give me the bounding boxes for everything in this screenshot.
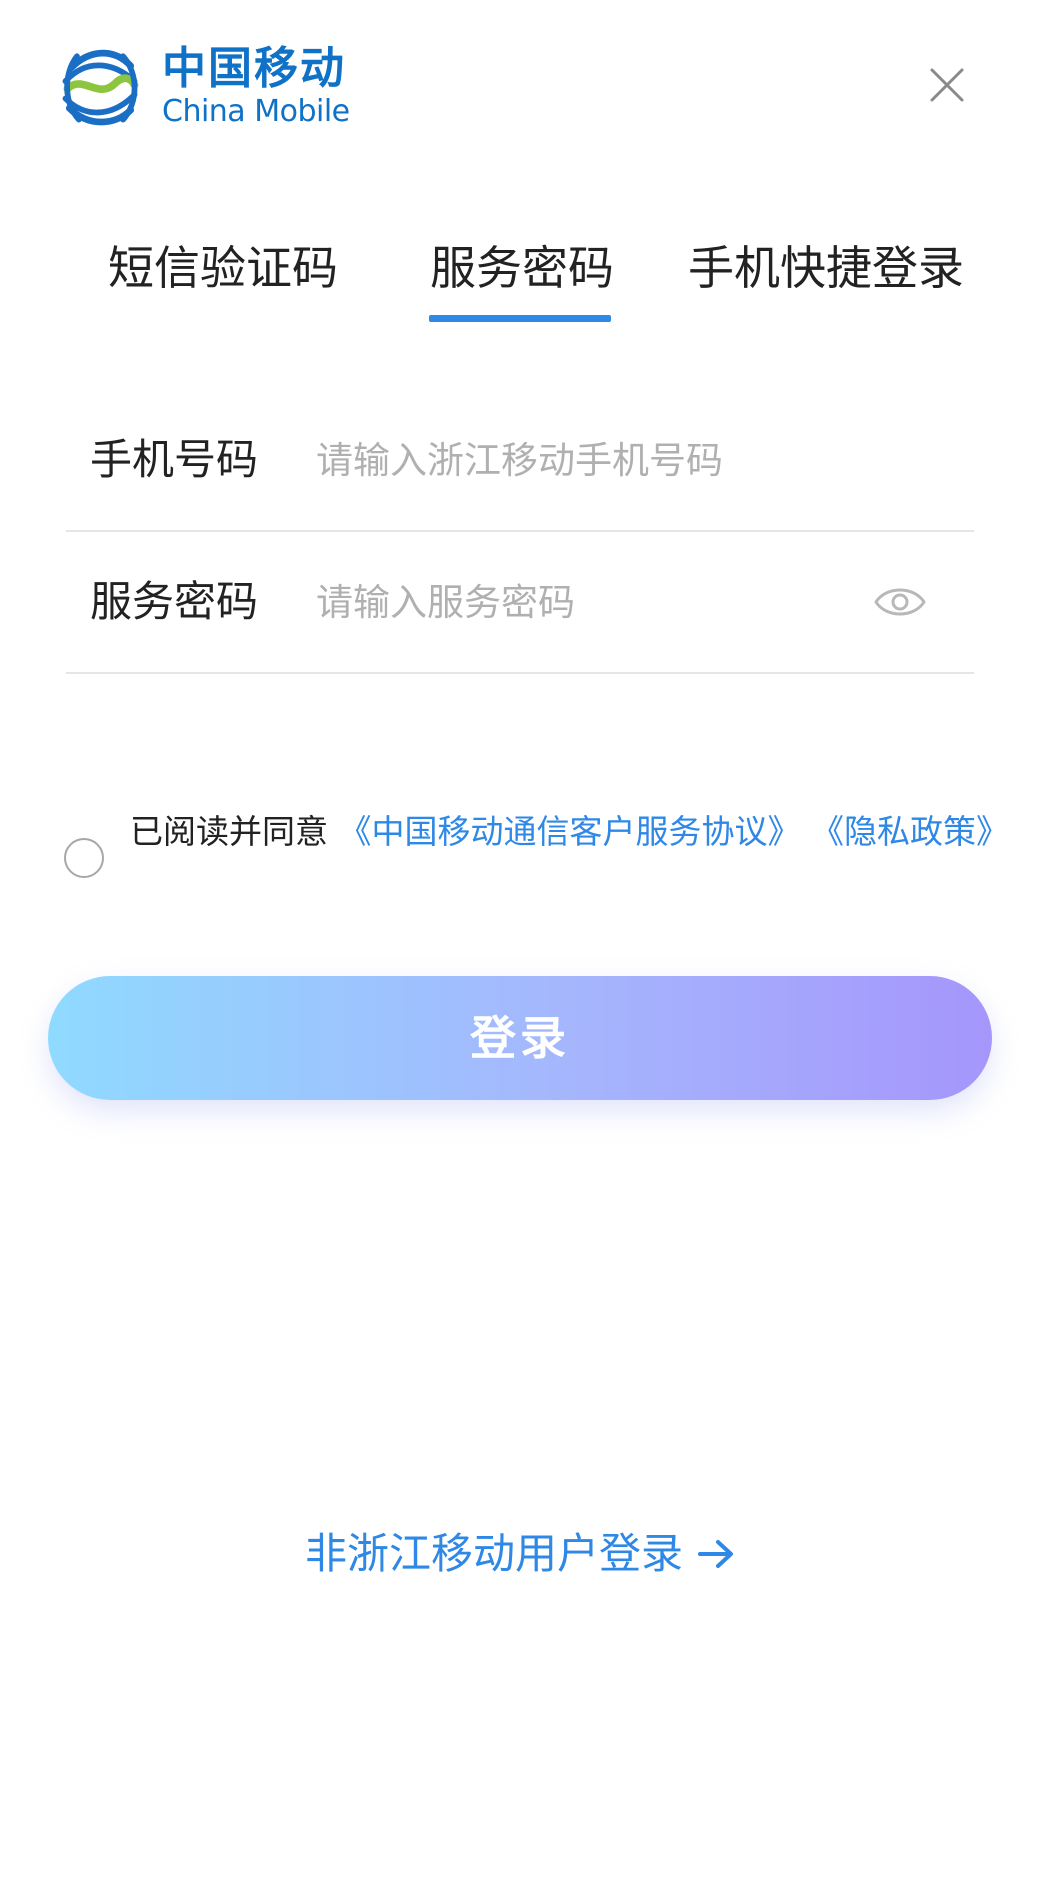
privacy-policy-link[interactable]: 《隐私政策》 <box>811 812 1009 851</box>
agreement-checkbox[interactable] <box>64 838 104 878</box>
agreement-text: 已阅读并同意 《中国移动通信客户服务协议》 《隐私政策》 <box>130 808 1010 856</box>
active-tab-indicator <box>429 315 611 322</box>
brand-text: 中国移动 China Mobile <box>162 44 350 130</box>
tab-quick-login[interactable]: 手机快捷登录 <box>688 230 964 330</box>
agreement-prefix: 已阅读并同意 <box>130 812 328 851</box>
phone-input[interactable] <box>316 430 876 490</box>
other-user-login-link[interactable]: 非浙江移动用户登录 <box>0 1524 1040 1584</box>
service-agreement-link[interactable]: 《中国移动通信客户服务协议》 <box>339 812 801 851</box>
password-label: 服务密码 <box>90 577 259 626</box>
login-button[interactable]: 登录 <box>48 976 992 1100</box>
arrow-right-icon <box>698 1540 733 1568</box>
brand-logo: 中国移动 China Mobile <box>52 38 350 136</box>
eye-icon[interactable] <box>872 580 928 624</box>
login-method-tabs: 短信验证码 服务密码 手机快捷登录 <box>0 230 1040 330</box>
phone-row: 手机号码 <box>66 390 974 532</box>
password-input[interactable] <box>316 572 876 632</box>
close-icon[interactable] <box>922 60 972 110</box>
china-mobile-logo-icon <box>62 49 139 126</box>
agreement: 已阅读并同意 《中国移动通信客户服务协议》 《隐私政策》 <box>64 808 1009 918</box>
brand-name-en: China Mobile <box>162 94 350 129</box>
tab-sms-code[interactable]: 短信验证码 <box>108 230 338 330</box>
brand-name-cn: 中国移动 <box>162 43 346 94</box>
other-user-login-label: 非浙江移动用户登录 <box>304 1529 683 1578</box>
password-row: 服务密码 <box>66 532 974 674</box>
phone-label: 手机号码 <box>90 435 259 484</box>
